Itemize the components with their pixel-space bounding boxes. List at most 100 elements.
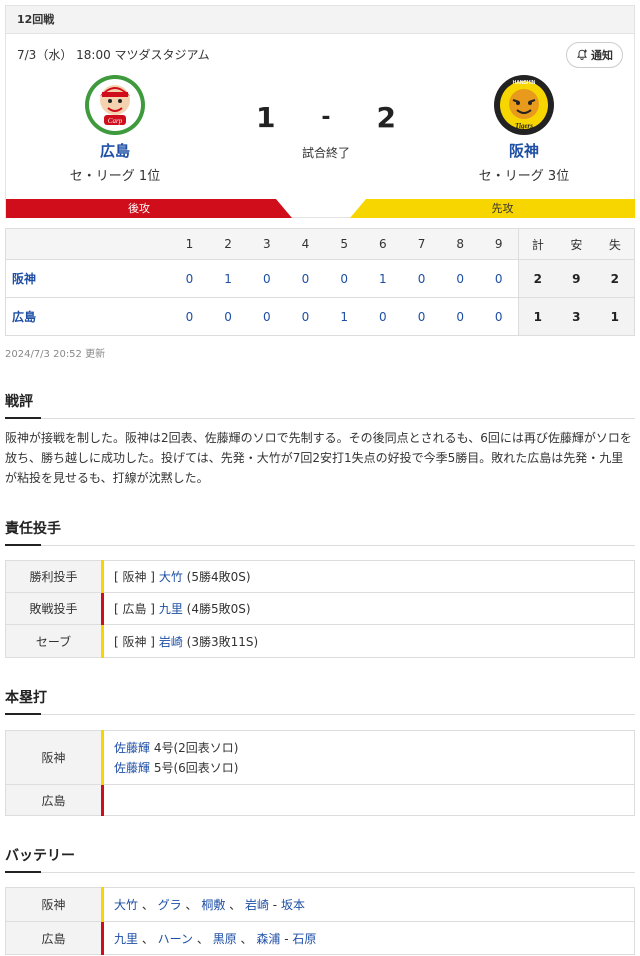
- updated-timestamp: 2024/7/3 20:52 更新: [5, 349, 106, 360]
- inning-header: 8: [440, 228, 480, 260]
- player-link[interactable]: 九里: [114, 932, 138, 946]
- inning-score: 0: [479, 297, 519, 336]
- battery-team: 阪神: [5, 887, 103, 922]
- batter-name-link[interactable]: 佐藤輝: [114, 761, 150, 775]
- inning-score: 0: [208, 297, 248, 336]
- inning-header: 3: [247, 228, 287, 260]
- inning-header: 1: [170, 228, 209, 260]
- pitcher-record: (5勝4敗0S): [186, 570, 251, 584]
- inning-score: 0: [324, 259, 364, 298]
- homerun-detail: 5号(6回表ソロ): [153, 760, 239, 775]
- inning-score: 0: [170, 259, 209, 298]
- inning-score: 1: [208, 259, 248, 298]
- line-score-team[interactable]: 広島: [5, 297, 171, 336]
- line-score-row-carp: 広島 0 0 0 0 1 0 0 0 0 1 3 1: [5, 297, 635, 336]
- player-link[interactable]: 森浦: [256, 932, 280, 946]
- bell-plus-icon: [577, 49, 587, 60]
- notify-label: 通知: [591, 49, 613, 62]
- total-runs: 2: [517, 259, 557, 298]
- pitcher-record: (4勝5敗0S): [186, 602, 251, 616]
- battery-table: 阪神 大竹 、 グラ 、 桐敷 、 岩崎 - 坂本 広島 九里 、 ハーン 、 …: [5, 887, 635, 955]
- homeruns-title: 本塁打: [5, 687, 635, 715]
- total-errors: 1: [595, 297, 635, 336]
- player-link[interactable]: 坂本: [281, 898, 305, 912]
- pitcher-team: [ 阪神 ]: [114, 570, 155, 584]
- battery-team: 広島: [5, 921, 103, 955]
- pitchers-table: 勝利投手 [ 阪神 ] 大竹 (5勝4敗0S) 敗戦投手 [ 広島 ] 九里 (…: [5, 560, 635, 658]
- battery-row-carp: 広島 九里 、 ハーン 、 黒原 、 森浦 - 石原: [5, 921, 635, 955]
- total-hits: 3: [556, 297, 596, 336]
- home-score: 1: [256, 101, 276, 134]
- line-score-header: 1 2 3 4 5 6 7 8 9 計 安 失: [5, 228, 635, 260]
- scoreboard: 1 - 2: [256, 101, 396, 135]
- line-score-team[interactable]: 阪神: [5, 259, 171, 298]
- batter-name-link[interactable]: 佐藤輝: [114, 741, 150, 755]
- homerun-entry: 佐藤輝 5号(6回表ソロ): [114, 758, 634, 778]
- pitcher-name-link[interactable]: 九里: [159, 602, 183, 616]
- inning-score: 1: [324, 297, 364, 336]
- away-batting-order-bar: 先攻: [350, 199, 635, 218]
- line-score-table: 1 2 3 4 5 6 7 8 9 計 安 失 阪神 0 1 0 0 0 1 0…: [5, 228, 635, 336]
- away-score: 2: [376, 101, 396, 134]
- home-team-name[interactable]: 広島: [25, 140, 205, 161]
- game-datetime-venue: 7/3（水） 18:00 マツダスタジアム: [17, 48, 210, 62]
- inning-header: 7: [402, 228, 441, 260]
- battery-title: バッテリー: [5, 845, 635, 873]
- away-team: HANSHIN Tigers 阪神 セ・リーグ 3位: [434, 74, 614, 184]
- pitcher-role: セーブ: [5, 624, 103, 658]
- homerun-detail: 4号(2回表ソロ): [153, 740, 239, 755]
- inning-score: 0: [402, 297, 441, 336]
- inning-score: 0: [286, 259, 325, 298]
- pitcher-row-loss: 敗戦投手 [ 広島 ] 九里 (4勝5敗0S): [5, 592, 635, 625]
- player-link[interactable]: 岩崎: [245, 898, 269, 912]
- inning-header: 4: [286, 228, 325, 260]
- score-separator: -: [321, 105, 331, 130]
- away-team-name[interactable]: 阪神: [434, 140, 614, 161]
- inning-score: 0: [440, 297, 480, 336]
- home-batting-order-bar: 後攻: [6, 199, 292, 218]
- player-link[interactable]: グラ: [158, 898, 182, 912]
- review-text: 阪神が接戦を制した。阪神は2回表、佐藤輝のソロで先制する。その後同点とされるも、…: [5, 431, 632, 485]
- player-link[interactable]: 桐敷: [201, 898, 225, 912]
- errors-header: 失: [595, 228, 635, 260]
- game-card: 12回戦 7/3（水） 18:00 マツダスタジアム 通知 Carp 広島 セ・…: [5, 5, 635, 218]
- inning-score: 0: [363, 297, 403, 336]
- total-runs: 1: [517, 297, 557, 336]
- line-score-row-tigers: 阪神 0 1 0 0 0 1 0 0 0 2 9 2: [5, 259, 635, 298]
- svg-text:HANSHIN: HANSHIN: [513, 80, 536, 86]
- pitcher-role: 敗戦投手: [5, 592, 103, 625]
- home-team-rank: セ・リーグ 1位: [69, 169, 161, 184]
- inning-score: 0: [440, 259, 480, 298]
- total-hits: 9: [556, 259, 596, 298]
- inning-score: 0: [247, 259, 287, 298]
- review-title: 戦評: [5, 391, 635, 419]
- inning-header: 9: [479, 228, 519, 260]
- homerun-entry: 佐藤輝 4号(2回表ソロ): [114, 738, 634, 758]
- player-link[interactable]: 大竹: [114, 898, 138, 912]
- player-link[interactable]: ハーン: [158, 932, 193, 946]
- pitcher-team: [ 広島 ]: [114, 602, 155, 616]
- inning-score: 0: [479, 259, 519, 298]
- pitcher-name-link[interactable]: 大竹: [159, 570, 183, 584]
- pitchers-title: 責任投手: [5, 518, 635, 546]
- inning-header: 5: [324, 228, 364, 260]
- homerun-row-tigers: 阪神 佐藤輝 4号(2回表ソロ) 佐藤輝 5号(6回表ソロ): [5, 730, 635, 785]
- homerun-row-carp: 広島: [5, 784, 635, 816]
- round-label: 12回戦: [6, 6, 634, 34]
- svg-text:Tigers: Tigers: [515, 122, 533, 130]
- battery-row-tigers: 阪神 大竹 、 グラ 、 桐敷 、 岩崎 - 坂本: [5, 887, 635, 922]
- inning-header: 2: [208, 228, 248, 260]
- pitcher-row-win: 勝利投手 [ 阪神 ] 大竹 (5勝4敗0S): [5, 560, 635, 593]
- pitcher-role: 勝利投手: [5, 560, 103, 593]
- tigers-logo[interactable]: HANSHIN Tigers: [493, 74, 555, 136]
- away-team-rank: セ・リーグ 3位: [478, 169, 570, 184]
- player-link[interactable]: 石原: [292, 932, 316, 946]
- carp-logo[interactable]: Carp: [84, 74, 146, 136]
- inning-score: 0: [286, 297, 325, 336]
- svg-text:Carp: Carp: [108, 117, 123, 125]
- inning-score: 0: [170, 297, 209, 336]
- pitcher-name-link[interactable]: 岩崎: [159, 635, 183, 649]
- homerun-team: 阪神: [5, 730, 103, 785]
- notify-button[interactable]: 通知: [566, 42, 623, 68]
- player-link[interactable]: 黒原: [213, 932, 237, 946]
